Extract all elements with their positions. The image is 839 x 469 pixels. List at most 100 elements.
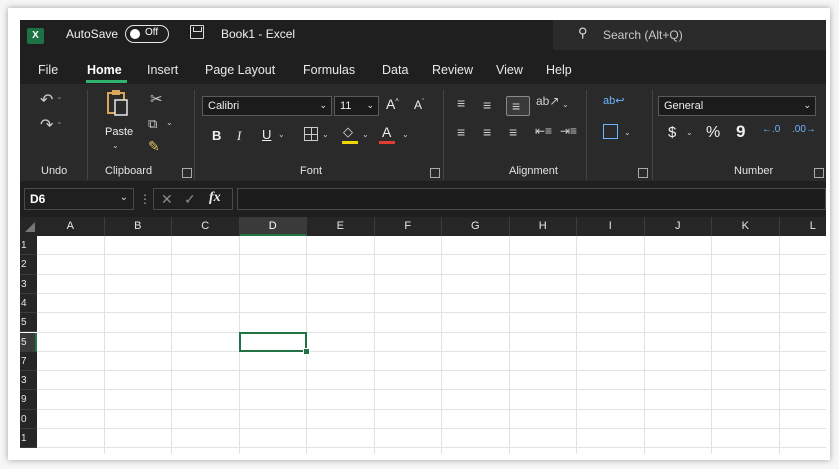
row-header[interactable]: 0 — [20, 409, 37, 429]
column-header-b[interactable]: B — [105, 217, 172, 236]
font-name-dropdown[interactable]: Calibri ⌄ — [202, 96, 332, 116]
row-header[interactable]: 5 — [20, 332, 37, 352]
row-header[interactable]: 2 — [20, 255, 37, 275]
tab-formulas[interactable]: Formulas — [303, 63, 355, 77]
row-header[interactable]: 9 — [20, 390, 37, 410]
tab-help[interactable]: Help — [546, 63, 572, 77]
tab-review[interactable]: Review — [432, 63, 473, 77]
save-icon[interactable] — [190, 25, 204, 39]
worksheet-grid[interactable]: ABCDEFGHIJKL12345573901 — [20, 217, 826, 454]
number-format-dropdown[interactable]: General ⌄ — [658, 96, 816, 116]
orientation-icon[interactable]: ab↗ — [536, 94, 559, 108]
align-right-icon[interactable]: ≡ — [509, 124, 517, 140]
active-cell[interactable] — [238, 331, 307, 352]
font-color-dropdown-icon[interactable]: ⌄ — [402, 130, 409, 139]
search-placeholder: Search (Alt+Q) — [603, 28, 683, 42]
formula-bar-more-icon[interactable]: ⋮ — [139, 192, 151, 206]
decrease-decimal-icon[interactable]: .00→ — [792, 124, 816, 135]
column-header-a[interactable]: A — [37, 217, 105, 236]
wrap-text-icon[interactable]: ab↩ — [603, 94, 624, 107]
increase-decimal-icon[interactable]: ←.0 — [762, 124, 780, 135]
tab-file[interactable]: File — [38, 63, 58, 77]
increase-indent-icon[interactable]: ⇥≡ — [560, 124, 577, 138]
column-header-e[interactable]: E — [307, 217, 375, 236]
increase-font-size-icon[interactable]: A^ — [386, 96, 399, 112]
paste-label[interactable]: Paste — [105, 126, 133, 138]
currency-button[interactable]: $ — [668, 124, 676, 141]
font-launcher-icon[interactable]: . — [430, 168, 440, 178]
redo-icon[interactable]: ↷ — [40, 115, 53, 135]
percent-button[interactable]: % — [706, 124, 720, 142]
cut-icon[interactable]: ✂ — [150, 90, 163, 108]
group-separator — [194, 90, 195, 180]
column-header-f[interactable]: F — [375, 217, 442, 236]
row-header[interactable]: 7 — [20, 351, 37, 372]
gridline — [37, 254, 826, 256]
tab-page-layout[interactable]: Page Layout — [205, 63, 275, 77]
borders-dropdown-icon[interactable]: ⌄ — [322, 130, 329, 139]
formula-input[interactable] — [237, 188, 826, 210]
column-header-i[interactable]: I — [577, 217, 645, 236]
underline-dropdown-icon[interactable]: ⌄ — [278, 130, 285, 139]
clipboard-launcher-icon[interactable]: . — [182, 168, 192, 178]
row-header[interactable]: 5 — [20, 313, 37, 333]
font-size-dropdown[interactable]: 11 ⌄ — [334, 96, 379, 116]
align-center-icon[interactable]: ≡ — [483, 124, 491, 140]
redo-dropdown-icon[interactable]: ⌄ — [56, 117, 63, 126]
align-bottom-button[interactable]: ≡ — [506, 96, 530, 116]
cancel-icon[interactable]: ✕ — [161, 191, 173, 208]
column-header-l[interactable]: L — [780, 217, 827, 236]
merge-dropdown-icon[interactable]: ⌄ — [624, 128, 631, 137]
copy-icon[interactable]: ⧉ — [148, 116, 157, 132]
italic-button[interactable]: I — [237, 128, 241, 144]
tab-view[interactable]: View — [496, 63, 523, 77]
column-header-d[interactable]: D — [239, 217, 307, 236]
insert-function-icon[interactable]: fx — [209, 190, 221, 206]
decrease-font-size-icon[interactable]: Aˇ — [414, 98, 424, 112]
excel-window: X AutoSave Off Book1 - Excel ⚲ Search (A… — [20, 20, 826, 454]
underline-button[interactable]: U — [262, 127, 271, 142]
select-all-button[interactable] — [20, 217, 37, 236]
number-launcher-icon[interactable]: . — [814, 168, 824, 178]
autosave-toggle[interactable]: Off — [125, 25, 169, 43]
bold-button[interactable]: B — [212, 128, 221, 143]
borders-icon[interactable] — [304, 127, 318, 141]
undo-dropdown-icon[interactable]: ⌄ — [56, 92, 63, 101]
copy-dropdown-icon[interactable]: ⌄ — [166, 118, 173, 127]
group-separator — [87, 90, 88, 180]
align-left-icon[interactable]: ≡ — [457, 124, 465, 140]
fill-handle[interactable] — [303, 347, 310, 355]
column-header-h[interactable]: H — [510, 217, 577, 236]
paste-dropdown-icon[interactable]: ⌄ — [112, 141, 119, 150]
align-top-icon[interactable]: ≡ — [457, 95, 465, 111]
row-header[interactable]: 1 — [20, 429, 37, 449]
fill-color-icon[interactable]: ◇ — [343, 124, 353, 140]
row-header[interactable]: 1 — [20, 236, 37, 256]
decrease-indent-icon[interactable]: ⇤≡ — [535, 124, 552, 138]
search-box[interactable]: ⚲ Search (Alt+Q) — [553, 20, 826, 50]
orientation-dropdown-icon[interactable]: ⌄ — [562, 100, 569, 109]
comma-style-button[interactable]: 9 — [736, 122, 745, 142]
font-color-icon[interactable]: A — [382, 124, 391, 140]
column-header-g[interactable]: G — [442, 217, 510, 236]
row-header[interactable]: 3 — [20, 371, 37, 391]
tab-data[interactable]: Data — [382, 63, 408, 77]
currency-dropdown-icon[interactable]: ⌄ — [686, 128, 693, 137]
merge-center-icon[interactable] — [603, 124, 618, 139]
row-header[interactable]: 4 — [20, 293, 37, 314]
font-size-value: 11 — [340, 100, 352, 112]
paste-icon[interactable] — [106, 89, 128, 117]
format-painter-icon[interactable]: ✎ — [148, 138, 160, 155]
align-middle-icon[interactable]: ≡ — [483, 97, 491, 113]
column-header-k[interactable]: K — [712, 217, 780, 236]
row-header[interactable]: 3 — [20, 274, 37, 294]
alignment-launcher-icon[interactable]: . — [638, 168, 648, 178]
tab-home[interactable]: Home — [87, 63, 122, 77]
tab-insert[interactable]: Insert — [147, 63, 178, 77]
name-box[interactable]: D6 ⌄ — [24, 188, 134, 210]
undo-icon[interactable]: ↶ — [40, 90, 53, 110]
column-header-j[interactable]: J — [645, 217, 712, 236]
fill-color-dropdown-icon[interactable]: ⌄ — [362, 130, 369, 139]
enter-icon[interactable]: ✓ — [184, 191, 196, 208]
column-header-c[interactable]: C — [172, 217, 240, 236]
